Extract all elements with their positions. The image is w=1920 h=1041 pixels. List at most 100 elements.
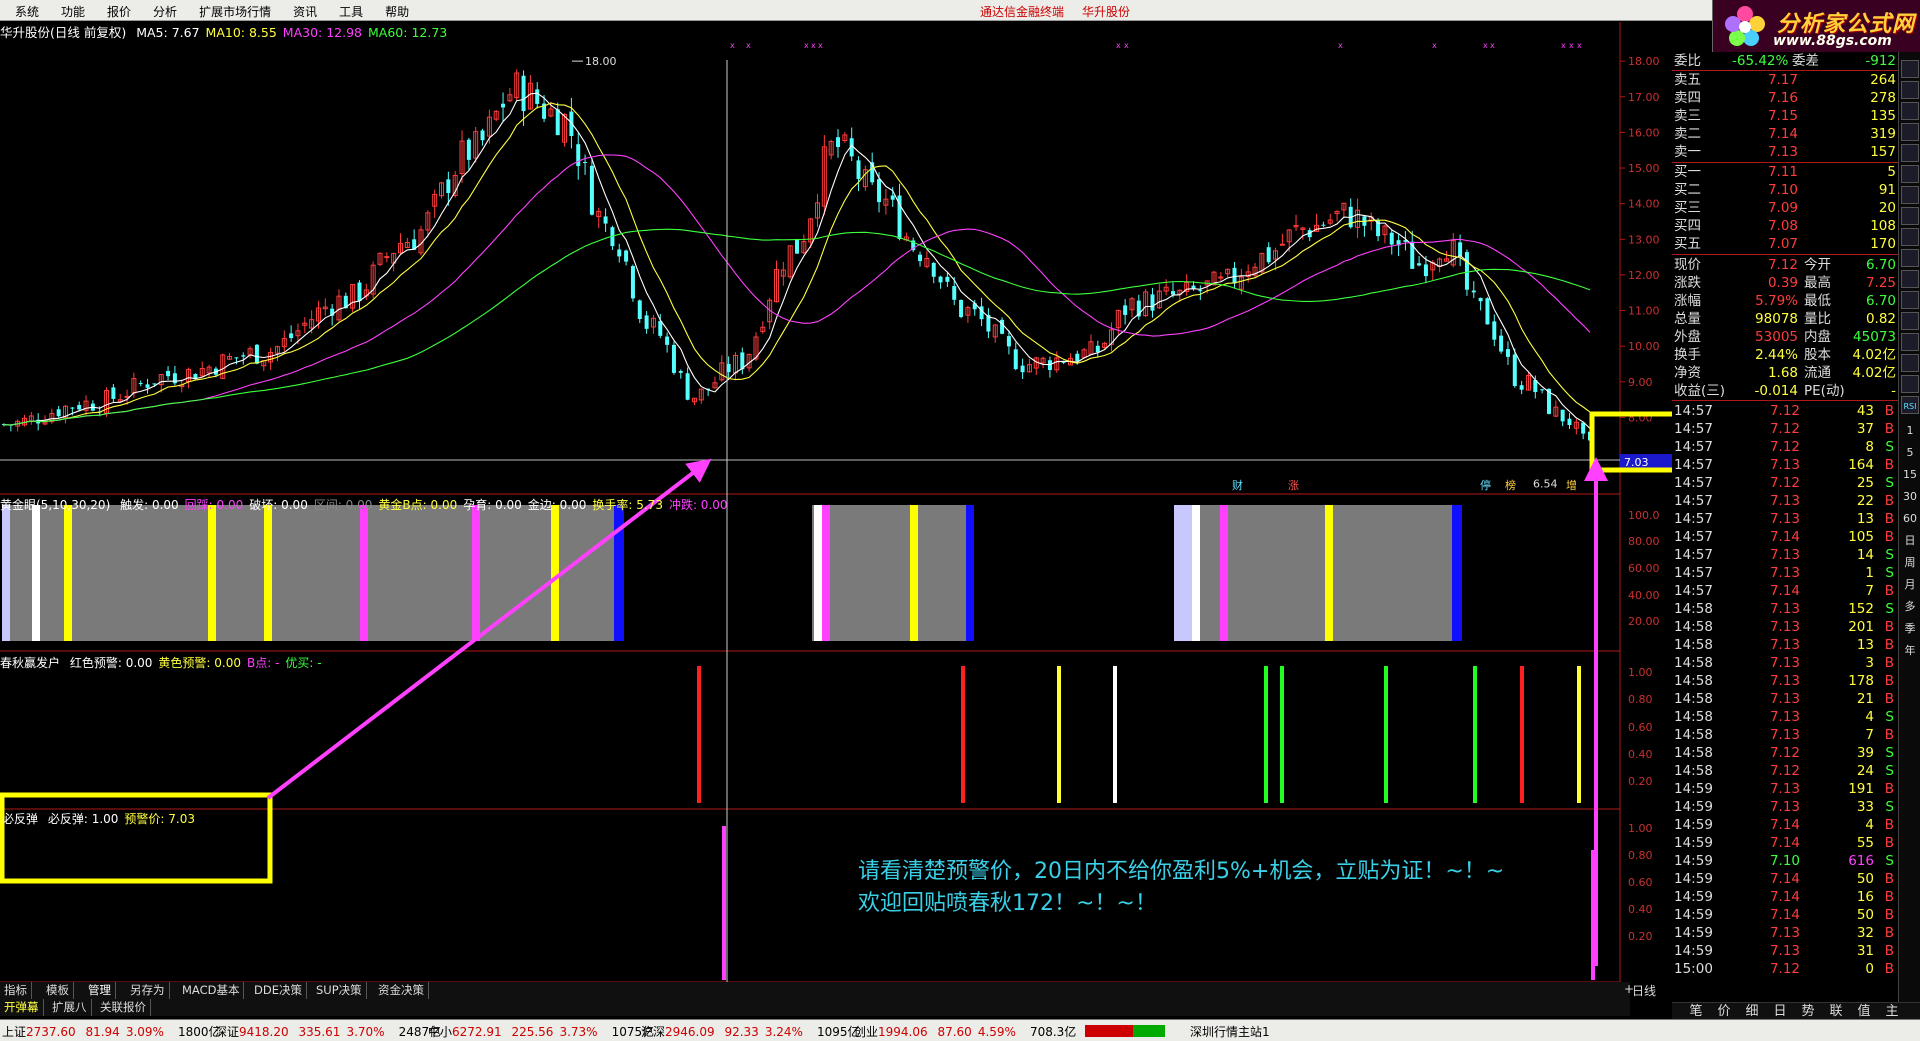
- tick-row: 14:57 7.12 43 B: [1672, 402, 1898, 420]
- event-tag[interactable]: 增: [1566, 478, 1577, 492]
- indicator-tab[interactable]: MACD基本: [178, 982, 245, 999]
- period-button[interactable]: 季: [1901, 620, 1919, 638]
- ma-label: MA10: 8.55: [205, 25, 277, 40]
- gear-icon[interactable]: [1901, 291, 1919, 309]
- info-icon[interactable]: [1901, 333, 1919, 351]
- period-button[interactable]: 5: [1901, 444, 1919, 462]
- period-button[interactable]: 多: [1901, 598, 1919, 616]
- doc-icon[interactable]: [1901, 228, 1919, 246]
- chart-icon[interactable]: [1901, 60, 1919, 78]
- tick-row: 14:57 7.12 25 S: [1672, 474, 1898, 492]
- sell-row: 卖二 7.14 319: [1672, 125, 1898, 143]
- sell-label: 卖二: [1674, 126, 1701, 142]
- stat-row: 涨幅 5.79% 最低 6.70: [1672, 292, 1898, 310]
- sell-row: 卖五 7.17 264: [1672, 71, 1898, 89]
- indicator-tab[interactable]: 管理: [84, 982, 116, 999]
- period-button[interactable]: 15: [1901, 466, 1919, 484]
- search-icon[interactable]: [1901, 354, 1919, 372]
- period-button[interactable]: 周: [1901, 554, 1919, 572]
- tick-price: 7.12: [1769, 475, 1800, 491]
- menu-item[interactable]: 功能: [50, 3, 96, 20]
- event-tag[interactable]: 涨: [1288, 479, 1299, 492]
- indicator-tab[interactable]: 资金决策: [374, 982, 429, 999]
- extend-tab[interactable]: 关联报价: [96, 999, 151, 1016]
- stat-row: 涨跌 0.39 最高 7.25: [1672, 274, 1898, 292]
- tick-price: 7.13: [1769, 799, 1800, 815]
- stat-row: 换手 2.44% 股本 4.02亿: [1672, 346, 1898, 364]
- menu-item[interactable]: 帮助: [374, 3, 420, 20]
- index-quote[interactable]: 上证2737.60 81.94 3.09% 1800亿: [2, 1023, 220, 1040]
- index-quote[interactable]: 沪深2946.09 92.33 3.24% 1095亿: [641, 1023, 859, 1040]
- tick-time: 14:59: [1674, 853, 1713, 869]
- indicator-tab[interactable]: 指标: [0, 982, 32, 999]
- indicator-tab[interactable]: 模板: [42, 982, 74, 999]
- window-icon[interactable]: [1901, 270, 1919, 288]
- event-tag[interactable]: 榜: [1505, 478, 1516, 492]
- extend-tab[interactable]: 扩展八: [48, 999, 92, 1016]
- stat-value: 4.02亿: [1852, 365, 1896, 381]
- alert-icon[interactable]: [1901, 375, 1919, 393]
- quote-tab[interactable]: 主: [1878, 1003, 1906, 1020]
- tick-row: 14:58 7.12 39 S: [1672, 744, 1898, 762]
- period-button[interactable]: 30: [1901, 488, 1919, 506]
- menu-item[interactable]: 扩展市场行情: [188, 3, 282, 20]
- indicator-tab[interactable]: DDE决策: [250, 982, 307, 999]
- indicator-value: 换手率: 5.73: [592, 498, 663, 512]
- quote-tab[interactable]: 价: [1710, 1003, 1738, 1020]
- index-quote[interactable]: 创业1994.06 87.60 4.59% 708.3亿: [854, 1023, 1076, 1040]
- trend-icon[interactable]: [1901, 144, 1919, 162]
- period-button[interactable]: 1: [1901, 422, 1919, 440]
- plus-button[interactable]: +: [1624, 982, 1634, 996]
- period-button[interactable]: 日: [1901, 532, 1919, 550]
- panel2-axis-label: 40.00: [1628, 589, 1660, 602]
- quote-tab[interactable]: 日: [1766, 1003, 1794, 1020]
- tick-row: 14:59 7.13 33 S: [1672, 798, 1898, 816]
- tick-side: S: [1885, 853, 1894, 869]
- extend-tab[interactable]: 开弹幕: [0, 999, 44, 1016]
- tick-volume: 13: [1856, 511, 1874, 527]
- signal-bar: [1452, 505, 1462, 641]
- period-button[interactable]: 年: [1901, 642, 1919, 660]
- tick-volume: 7: [1865, 727, 1874, 743]
- signal-bar: [32, 505, 40, 641]
- stat-value: 5.79%: [1755, 293, 1798, 309]
- event-tag[interactable]: 停: [1480, 478, 1491, 492]
- panel2-axis-label: 100.0: [1628, 509, 1660, 522]
- quote-tab[interactable]: 笔: [1682, 1003, 1710, 1020]
- menu-item[interactable]: 资讯: [282, 3, 328, 20]
- menu-item[interactable]: 报价: [96, 3, 142, 20]
- list-icon[interactable]: [1901, 81, 1919, 99]
- server-status[interactable]: 深圳行情主站1: [1190, 1023, 1270, 1040]
- star-icon[interactable]: [1901, 207, 1919, 225]
- tick-volume: 43: [1856, 403, 1874, 419]
- bar-icon[interactable]: [1901, 165, 1919, 183]
- menu-item[interactable]: 系统: [4, 3, 50, 20]
- period-label[interactable]: 日线: [1632, 984, 1656, 998]
- indicator-value: 黄色预警: 0.00: [158, 656, 241, 670]
- menu-item[interactable]: 分析: [142, 3, 188, 20]
- table-icon[interactable]: [1901, 123, 1919, 141]
- period-button[interactable]: RSI: [1901, 398, 1919, 416]
- index-quote[interactable]: 中小6272.91 225.56 3.73% 1075亿: [428, 1023, 654, 1040]
- ma-label: MA30: 12.98: [282, 25, 363, 40]
- menu-item[interactable]: 工具: [328, 3, 374, 20]
- flag-icon[interactable]: [1901, 186, 1919, 204]
- page-icon[interactable]: [1901, 312, 1919, 330]
- weibi-label: 委比: [1674, 53, 1701, 69]
- panel3-title: 春秋赢发户: [0, 656, 61, 670]
- indicator-tab[interactable]: 另存为: [126, 982, 170, 999]
- quote-tab[interactable]: 势: [1794, 1003, 1822, 1020]
- tick-price: 7.12: [1769, 745, 1800, 761]
- tick-volume: 16: [1856, 889, 1874, 905]
- event-tag[interactable]: 财: [1232, 478, 1243, 492]
- period-button[interactable]: 60: [1901, 510, 1919, 528]
- pie-icon[interactable]: [1901, 249, 1919, 267]
- quote-tab[interactable]: 细: [1738, 1003, 1766, 1020]
- period-button[interactable]: 月: [1901, 576, 1919, 594]
- grid-icon[interactable]: [1901, 102, 1919, 120]
- signal-bar: [264, 505, 272, 641]
- quote-tab[interactable]: 值: [1850, 1003, 1878, 1020]
- index-quote[interactable]: 深证9418.20 335.61 3.70% 2487亿: [215, 1023, 441, 1040]
- indicator-tab[interactable]: SUP决策: [312, 982, 367, 999]
- quote-tab[interactable]: 联: [1822, 1003, 1850, 1020]
